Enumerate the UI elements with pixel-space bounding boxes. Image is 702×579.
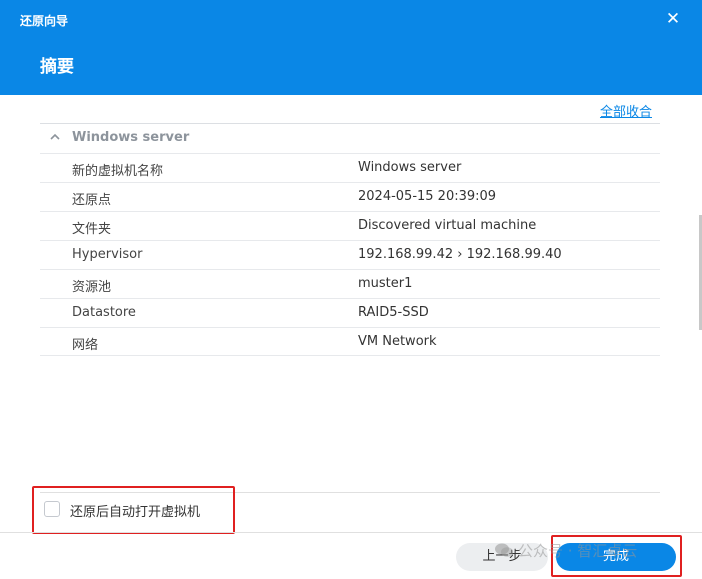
watermark-text: 公众号 · 智汇卓云 — [518, 542, 638, 560]
chevron-up-icon — [50, 133, 60, 140]
row-key: Datastore — [72, 305, 136, 320]
wizard-header: 还原向导 ✕ 摘要 — [0, 0, 702, 95]
row-value: Windows server — [358, 160, 462, 175]
row-value: muster1 — [358, 276, 413, 291]
summary-table: 新的虚拟机名称 Windows server 还原点 2024-05-15 20… — [40, 153, 660, 356]
table-row: Datastore RAID5-SSD — [40, 298, 660, 327]
table-row: 还原点 2024-05-15 20:39:09 — [40, 182, 660, 211]
page-title: 摘要 — [40, 57, 74, 77]
row-value: 2024-05-15 20:39:09 — [358, 189, 497, 204]
row-key: 资源池 — [72, 280, 112, 295]
row-key: 新的虚拟机名称 — [72, 164, 164, 179]
row-value: RAID5-SSD — [358, 305, 429, 320]
close-icon[interactable]: ✕ — [662, 8, 684, 30]
row-value: 192.168.99.42 › 192.168.99.40 — [358, 247, 562, 262]
table-row: 文件夹 Discovered virtual machine — [40, 211, 660, 240]
row-value: Discovered virtual machine — [358, 218, 537, 233]
table-row: 新的虚拟机名称 Windows server — [40, 153, 660, 182]
table-row: 资源池 muster1 — [40, 269, 660, 298]
row-key: Hypervisor — [72, 247, 143, 262]
table-row: Hypervisor 192.168.99.42 › 192.168.99.40 — [40, 240, 660, 269]
annotation-highlight-box — [32, 486, 235, 534]
window-title: 还原向导 — [20, 14, 69, 28]
section-header[interactable]: Windows server — [40, 124, 660, 152]
divider — [0, 532, 702, 533]
watermark: 公众号 · 智汇卓云 — [494, 540, 637, 561]
row-value: VM Network — [358, 334, 437, 349]
row-key: 文件夹 — [72, 222, 112, 237]
wechat-icon — [495, 543, 513, 557]
collapse-all-link[interactable]: 全部收合 — [600, 101, 652, 120]
row-key: 还原点 — [72, 193, 112, 208]
table-row: 网络 VM Network — [40, 327, 660, 356]
section-title: Windows server — [72, 130, 190, 145]
row-key: 网络 — [72, 338, 99, 353]
